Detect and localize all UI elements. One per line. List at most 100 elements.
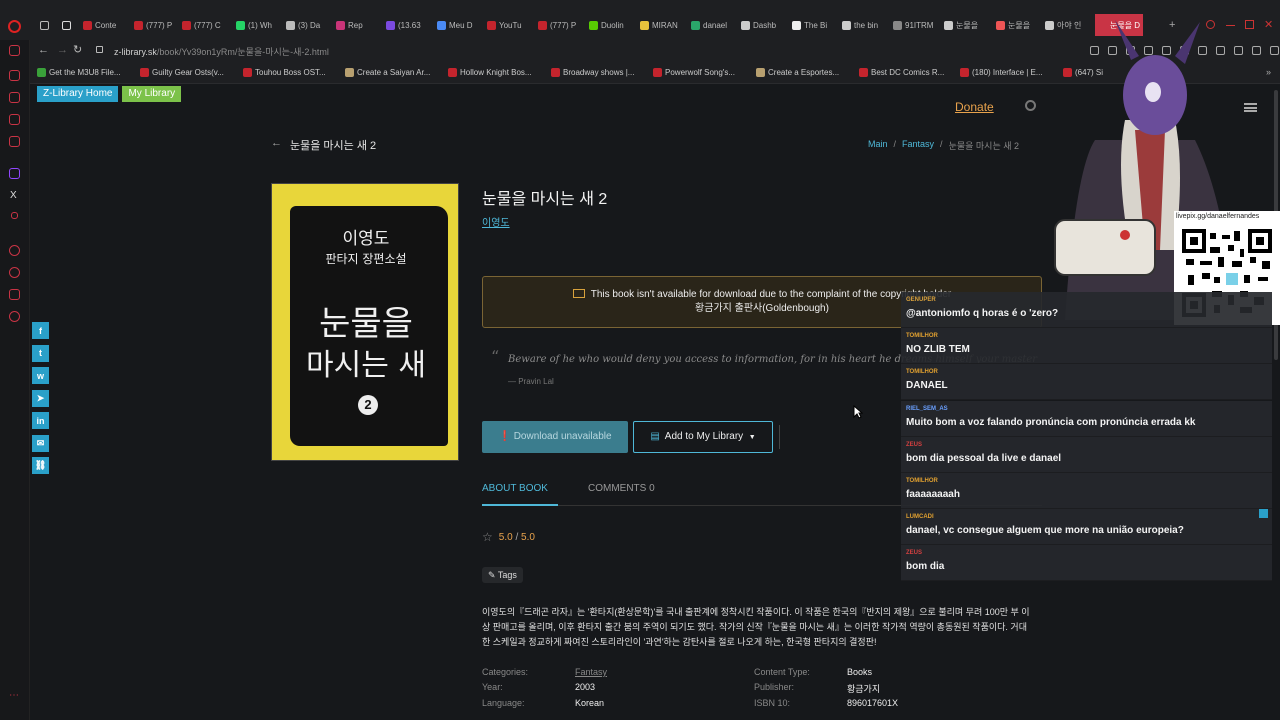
language-label: Language:: [482, 698, 525, 708]
pencil-icon: ✎: [488, 570, 496, 580]
browser-tab[interactable]: (777) C: [182, 16, 230, 34]
browser-tab[interactable]: MIRAN: [640, 16, 688, 34]
browser-tab[interactable]: The Bi: [792, 16, 840, 34]
browser-tab[interactable]: Conte: [83, 16, 131, 34]
download-label: Download unavailable: [513, 431, 612, 442]
chat-message: ZEUS bom dia pessoal da live e danael: [901, 436, 1272, 473]
x-icon[interactable]: X: [10, 190, 17, 201]
cover-title-line2: 마시는 새: [306, 348, 426, 383]
add-to-library-button[interactable]: ▤ Add to My Library ▼: [633, 421, 773, 453]
add-label: Add to My Library: [664, 431, 744, 442]
bookmark-label: Guilty Gear Osts(v...: [152, 68, 224, 77]
notice-line1: This book isn't available for download d…: [590, 289, 952, 300]
book-author-link[interactable]: 이영도: [482, 214, 510, 229]
bookmark-item[interactable]: Hollow Knight Bos...: [448, 68, 532, 77]
settings-icon[interactable]: [9, 311, 20, 322]
browser-tab[interactable]: 눈물을: [944, 16, 992, 34]
telegram-share-icon[interactable]: ➤: [32, 389, 49, 407]
bookmark-item[interactable]: Broadway shows |...: [551, 68, 634, 77]
sidebar-icon[interactable]: [9, 92, 20, 103]
reload-icon[interactable]: ↻: [73, 43, 82, 56]
history-icon[interactable]: [9, 267, 20, 278]
browser-tab[interactable]: (777) P: [538, 16, 586, 34]
tab-label: 눈물을: [1008, 20, 1031, 30]
twitch-icon[interactable]: [9, 168, 20, 179]
browser-tab[interactable]: Rep: [336, 16, 384, 34]
sidebar-icon[interactable]: [9, 70, 20, 81]
linkedin-share-icon[interactable]: in: [32, 412, 49, 429]
url-host: z-library.sk: [114, 47, 157, 57]
download-unavailable-button[interactable]: ❗ Download unavailable: [482, 421, 628, 453]
tab-label: (777) P: [146, 20, 173, 30]
tab-tool-icon[interactable]: [40, 21, 49, 30]
browser-tab[interactable]: Dashb: [741, 16, 789, 34]
back-to-title[interactable]: ← 눈물을 마시는 새 2: [271, 137, 376, 153]
browser-tab[interactable]: Duolin: [589, 16, 637, 34]
browser-tab[interactable]: Meu D: [437, 16, 485, 34]
tab-favicon-icon: [236, 20, 245, 30]
opera-logo-icon[interactable]: [8, 20, 21, 33]
tab-favicon-icon: [589, 20, 598, 30]
bookmark-item[interactable]: Create a Esportes...: [756, 68, 839, 77]
browser-tab[interactable]: (777) P: [134, 16, 182, 34]
link-share-icon[interactable]: ⛓: [32, 457, 49, 474]
twitter-share-icon[interactable]: t: [32, 344, 49, 362]
sidebar-icon[interactable]: [11, 212, 18, 219]
browser-sidebar: X ⋯: [0, 40, 30, 720]
browser-tab[interactable]: YouTu: [487, 16, 535, 34]
back-nav-icon[interactable]: ←: [38, 44, 49, 56]
url-field[interactable]: z-library.sk/book/Yv39on1yRm/눈물을-마시는-새-2…: [114, 45, 329, 58]
categories-value[interactable]: Fantasy: [575, 667, 607, 677]
book-rating: ☆ 5.0 / 5.0: [482, 530, 535, 544]
tab-favicon-icon: [842, 20, 851, 30]
tab-comments[interactable]: COMMENTS 0: [588, 482, 655, 496]
bookmark-item[interactable]: Best DC Comics R...: [859, 68, 944, 77]
zlib-home-tab[interactable]: Z-Library Home: [37, 86, 119, 102]
sidebar-icon[interactable]: [9, 114, 20, 125]
facebook-share-icon[interactable]: f: [32, 322, 49, 339]
bookmark-item[interactable]: (180) Interface | E...: [960, 68, 1043, 77]
email-share-icon[interactable]: ✉: [32, 434, 49, 452]
breadcrumb-main[interactable]: Main: [868, 139, 888, 152]
bookmark-icon: ▤: [650, 431, 660, 442]
more-icon[interactable]: ⋯: [9, 690, 19, 701]
sidebar-icon[interactable]: [9, 289, 20, 300]
tab-about-book[interactable]: ABOUT BOOK: [482, 482, 548, 496]
bookmark-favicon-icon: [345, 68, 354, 77]
browser-tab[interactable]: the bin: [842, 16, 890, 34]
publisher-label: Publisher:: [754, 682, 795, 692]
whatsapp-share-icon[interactable]: w: [32, 367, 49, 384]
tab-favicon-icon: [691, 20, 700, 30]
bookmark-item[interactable]: Guilty Gear Osts(v...: [140, 68, 224, 77]
chevron-down-icon: ▼: [748, 434, 756, 441]
info-icon: ❗: [498, 431, 511, 442]
browser-tab[interactable]: danael: [691, 16, 739, 34]
donate-link[interactable]: Donate: [955, 100, 994, 114]
bookmark-item[interactable]: Get the M3U8 File...: [37, 68, 121, 77]
browser-tab[interactable]: 91ITRM: [893, 16, 941, 34]
chat-text: Muito bom a voz falando pronúncia com pr…: [906, 416, 1196, 428]
chat-text: faaaaaaaah: [906, 489, 960, 500]
tags-button[interactable]: ✎ Tags: [482, 567, 523, 583]
chat-username: RIEL_SEM_AS: [906, 405, 948, 412]
no-download-icon: [572, 289, 585, 298]
breadcrumb-fantasy[interactable]: Fantasy: [902, 139, 934, 152]
sidebar-icon[interactable]: [9, 245, 20, 256]
star-icon[interactable]: ☆: [482, 530, 493, 544]
bookmark-item[interactable]: Touhou Boss OST...: [243, 68, 326, 77]
sidebar-icon[interactable]: [9, 136, 20, 147]
book-cover: 이영도 판타지 장편소설 눈물을 마시는 새 2: [271, 183, 459, 461]
cover-title-line1: 눈물을: [319, 304, 413, 344]
browser-tab[interactable]: (1) Wh: [236, 16, 284, 34]
my-library-tab[interactable]: My Library: [122, 86, 182, 102]
book-description: 이영도의『드래곤 라자』는 '환타지(환상문학)'를 국내 출판계에 정착시킨 …: [482, 607, 1030, 647]
sidebar-icon[interactable]: [9, 45, 20, 56]
tab-tool-icon[interactable]: [62, 21, 71, 30]
bookmark-item[interactable]: Create a Saiyan Ar...: [345, 68, 430, 77]
bookmark-favicon-icon: [960, 68, 969, 77]
browser-tab[interactable]: (13.63: [386, 16, 434, 34]
browser-tab[interactable]: (3) Da: [286, 16, 334, 34]
bookmark-item[interactable]: Powerwolf Song's...: [653, 68, 735, 77]
forward-nav-icon[interactable]: →: [57, 44, 68, 56]
tab-favicon-icon: [182, 20, 191, 30]
